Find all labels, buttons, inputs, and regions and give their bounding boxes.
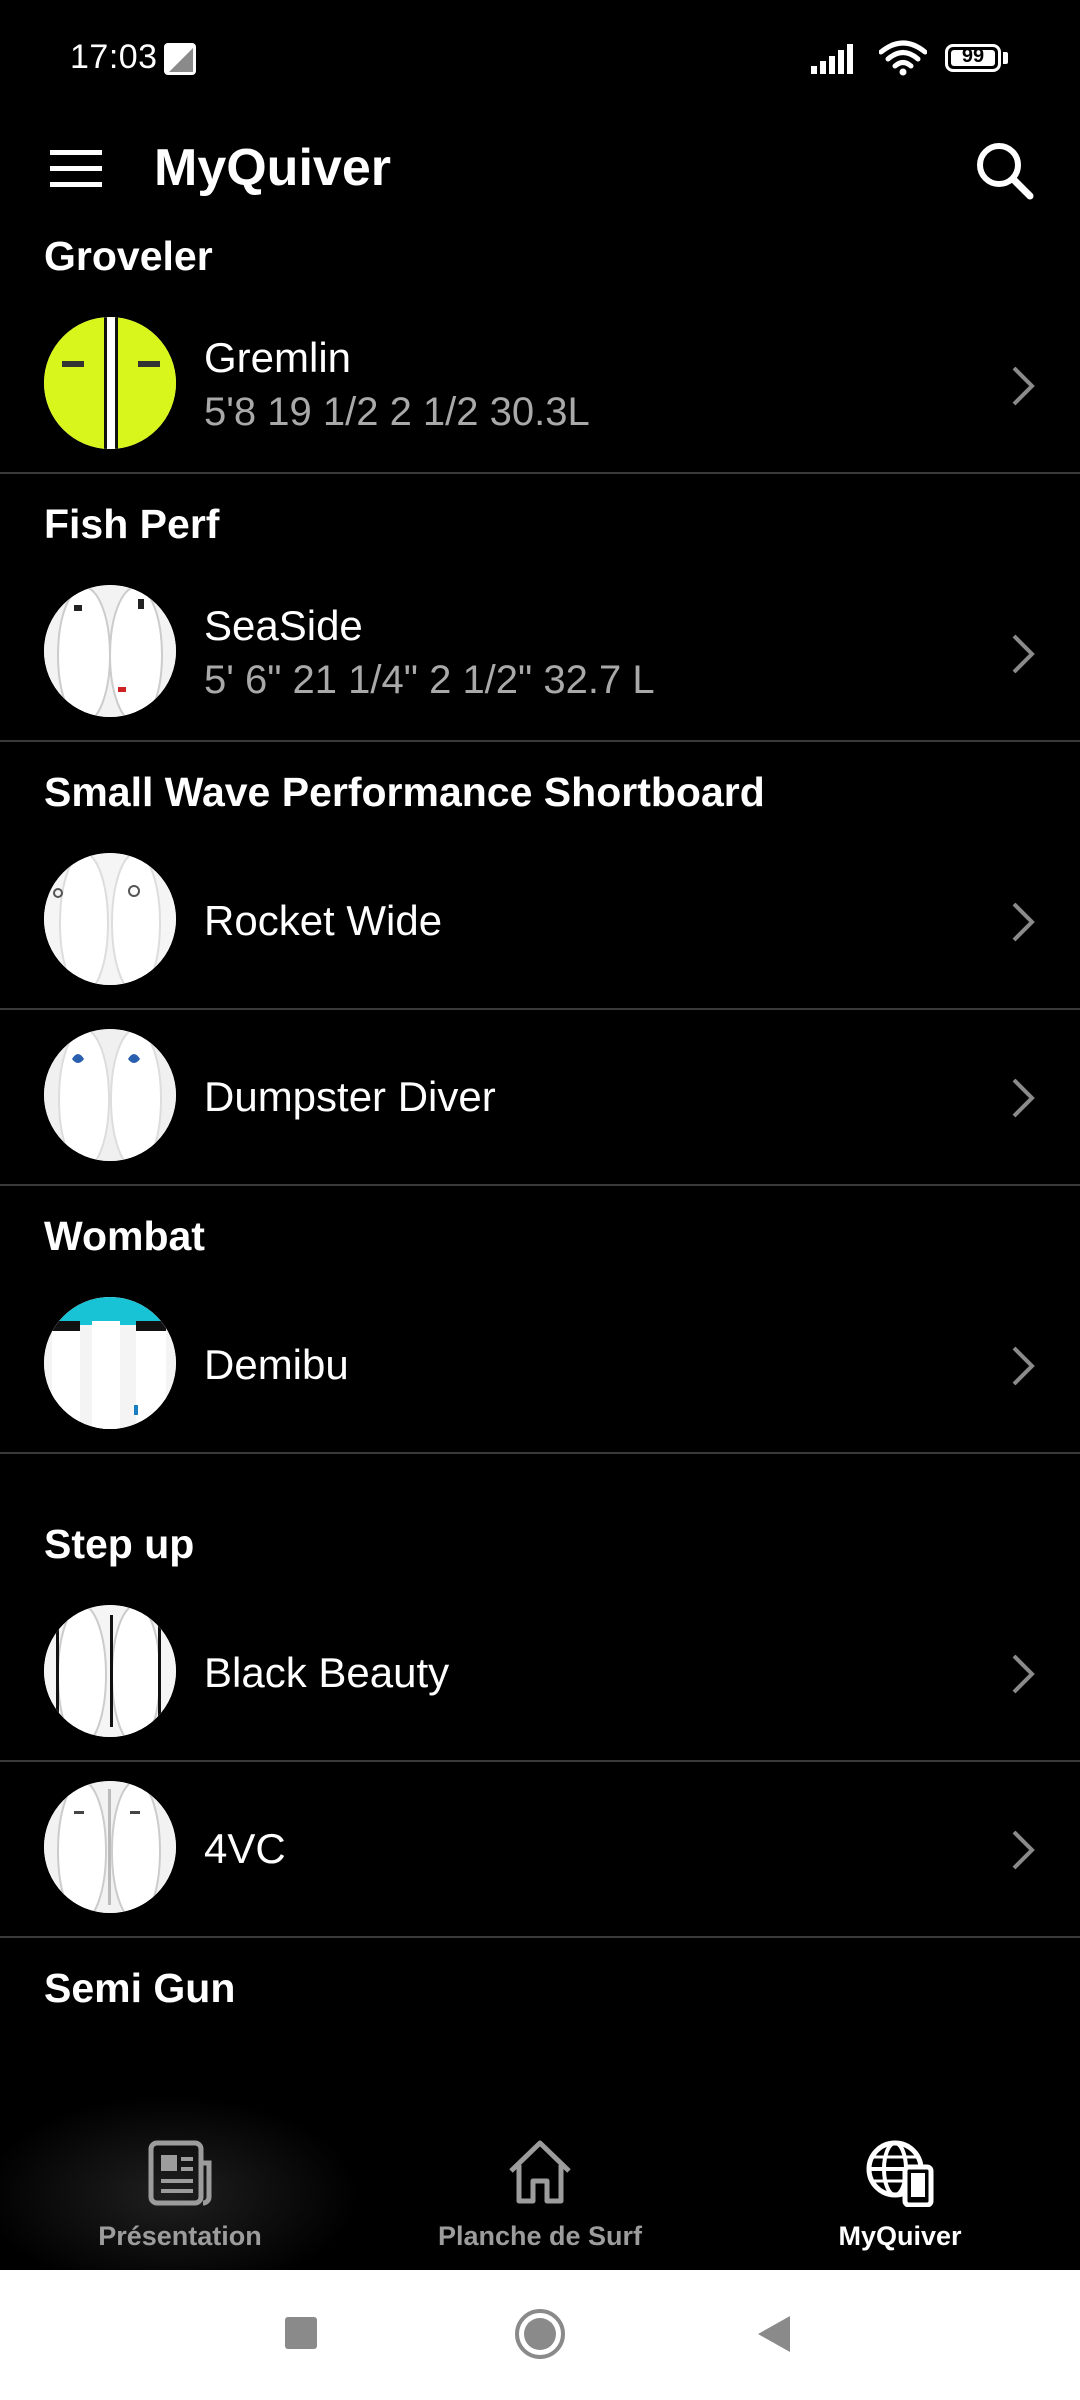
section-title: Semi Gun xyxy=(44,1965,236,2011)
item-name: 4VC xyxy=(204,1825,286,1872)
nav-myquiver[interactable]: MyQuiver xyxy=(720,2115,1080,2270)
board-thumbnail xyxy=(44,585,176,717)
status-bar: 17:03 99 xyxy=(0,0,1080,120)
home-button-icon[interactable] xyxy=(514,2308,566,2360)
newspaper-icon xyxy=(148,2140,212,2206)
chevron-right-icon xyxy=(1012,1346,1035,1386)
list-item-seaside[interactable]: SeaSide 5' 6" 21 1/4" 2 1/2" 32.7 L xyxy=(0,566,1080,742)
battery-icon: 99 xyxy=(945,44,1008,72)
board-thumbnail xyxy=(44,1029,176,1161)
menu-icon[interactable] xyxy=(44,142,108,194)
section-title: Groveler xyxy=(44,233,213,279)
section-title: Wombat xyxy=(44,1213,205,1259)
globe-device-icon xyxy=(866,2140,934,2207)
status-time: 17:03 xyxy=(70,38,158,76)
nav-label: Présentation xyxy=(98,2221,262,2251)
item-name: SeaSide xyxy=(204,602,363,649)
board-thumbnail xyxy=(44,1605,176,1737)
recents-icon[interactable] xyxy=(284,2316,318,2350)
bottom-navigation: Présentation Planche de Surf MyQuiver xyxy=(0,2095,1080,2295)
signal-icon xyxy=(811,44,853,74)
section-title: Step up xyxy=(44,1521,195,1567)
back-icon[interactable] xyxy=(756,2314,792,2354)
list-item-demibu[interactable]: Demibu xyxy=(0,1278,1080,1454)
chevron-right-icon xyxy=(1012,902,1035,942)
item-specs: 5'8 19 1/2 2 1/2 30.3L xyxy=(204,390,590,434)
nav-label: MyQuiver xyxy=(838,2221,962,2251)
list-item-dumpster-diver[interactable]: Dumpster Diver xyxy=(0,1010,1080,1186)
system-navigation-bar xyxy=(0,2270,1080,2400)
nav-planche-de-surf[interactable]: Planche de Surf xyxy=(360,2115,720,2270)
item-name: Gremlin xyxy=(204,334,352,381)
list-item-4vc[interactable]: 4VC xyxy=(0,1762,1080,1938)
battery-level: 99 xyxy=(961,45,985,67)
chevron-right-icon xyxy=(1012,634,1035,674)
item-name: Demibu xyxy=(204,1341,349,1388)
board-thumbnail xyxy=(44,853,176,985)
wifi-icon xyxy=(879,40,927,76)
section-title: Small Wave Performance Shortboard xyxy=(44,769,765,815)
board-thumbnail xyxy=(44,1297,176,1429)
nav-label: Planche de Surf xyxy=(437,2221,643,2251)
sim-icon xyxy=(164,43,196,75)
page-title: MyQuiver xyxy=(154,139,391,197)
chevron-right-icon xyxy=(1012,1830,1035,1870)
chevron-right-icon xyxy=(1012,1654,1035,1694)
list-item-gremlin[interactable]: Gremlin 5'8 19 1/2 2 1/2 30.3L xyxy=(0,298,1080,474)
chevron-right-icon xyxy=(1012,366,1035,406)
chevron-right-icon xyxy=(1012,1078,1035,1118)
quiver-list[interactable]: Groveler Gremlin 5'8 19 1/2 2 1/2 30.3L … xyxy=(0,220,1080,2115)
item-name: Black Beauty xyxy=(204,1649,450,1696)
board-thumbnail xyxy=(44,1781,176,1913)
nav-presentation[interactable]: Présentation xyxy=(0,2095,360,2295)
item-name: Rocket Wide xyxy=(204,897,443,944)
home-icon xyxy=(509,2140,571,2204)
item-specs: 5' 6" 21 1/4" 2 1/2" 32.7 L xyxy=(204,658,655,702)
board-thumbnail xyxy=(44,317,176,449)
item-name: Dumpster Diver xyxy=(204,1073,496,1120)
app-bar: MyQuiver xyxy=(0,120,1080,216)
list-item-rocket-wide[interactable]: Rocket Wide xyxy=(0,834,1080,1010)
search-icon[interactable] xyxy=(972,138,1036,202)
list-item-black-beauty[interactable]: Black Beauty xyxy=(0,1586,1080,1762)
section-title: Fish Perf xyxy=(44,501,220,547)
